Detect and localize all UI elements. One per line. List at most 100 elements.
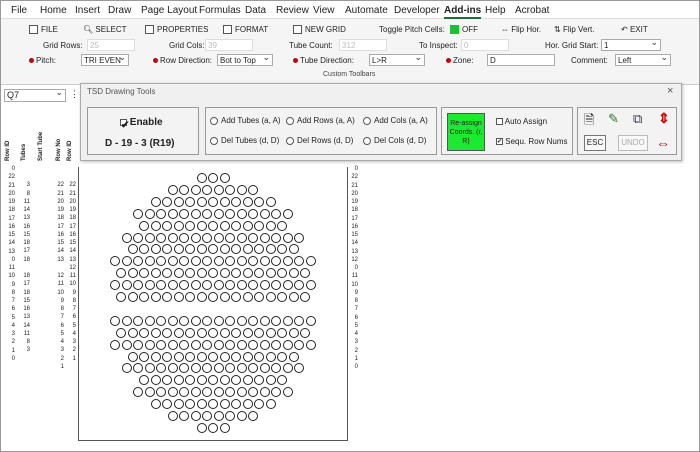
tube[interactable] [271, 232, 282, 243]
tube[interactable] [225, 232, 236, 243]
tube[interactable] [156, 315, 167, 326]
tube[interactable] [173, 268, 184, 279]
tube[interactable] [282, 208, 293, 219]
tube[interactable] [231, 268, 241, 279]
tube[interactable] [156, 339, 167, 350]
tube[interactable] [213, 256, 224, 267]
tube[interactable] [282, 363, 293, 374]
tube[interactable] [236, 184, 247, 195]
tube[interactable] [179, 363, 190, 374]
tube[interactable] [282, 387, 293, 398]
tube[interactable] [150, 327, 161, 338]
tube[interactable] [144, 232, 155, 243]
tube[interactable] [139, 244, 149, 255]
tube[interactable] [121, 232, 132, 243]
sequ-row-nums-checkbox[interactable]: ✔ Sequ. Row Nums [496, 137, 567, 146]
tube[interactable] [173, 292, 184, 302]
tube[interactable] [271, 363, 282, 374]
del-tubes-radio[interactable]: Del Tubes (d, D) [210, 136, 279, 145]
tube[interactable] [162, 292, 172, 302]
tube[interactable] [196, 220, 207, 231]
tube[interactable] [277, 327, 287, 338]
tube[interactable] [236, 208, 247, 219]
tube[interactable] [179, 315, 190, 326]
tube[interactable] [208, 399, 218, 410]
tube[interactable] [265, 399, 276, 410]
tube[interactable] [219, 399, 230, 410]
tube[interactable] [288, 327, 299, 338]
tube[interactable] [282, 232, 293, 243]
menu-review[interactable]: Review [276, 5, 309, 16]
tube[interactable] [219, 220, 230, 231]
tube[interactable] [294, 363, 305, 374]
tube[interactable] [167, 411, 178, 421]
tube[interactable] [271, 280, 282, 291]
tube[interactable] [202, 256, 213, 267]
tube[interactable] [196, 196, 207, 207]
tube[interactable] [282, 339, 293, 350]
tube[interactable] [150, 196, 161, 207]
tube[interactable] [167, 387, 178, 398]
tube[interactable] [231, 292, 241, 302]
tube[interactable] [196, 244, 207, 255]
tube[interactable] [162, 268, 172, 279]
tube[interactable] [127, 327, 138, 338]
file-button[interactable]: FILE [29, 25, 58, 35]
tube[interactable] [282, 280, 293, 291]
tube[interactable] [231, 327, 241, 338]
tube[interactable] [265, 196, 276, 207]
tube[interactable] [202, 208, 213, 219]
tube[interactable] [282, 315, 293, 326]
tube[interactable] [144, 339, 155, 350]
tube[interactable] [231, 375, 241, 386]
hor-grid-start-select[interactable]: 1 [601, 38, 661, 51]
tube[interactable] [213, 363, 224, 374]
tube[interactable] [248, 363, 259, 374]
tube[interactable] [305, 339, 316, 350]
tube[interactable] [116, 327, 126, 338]
menu-file[interactable]: File [11, 5, 27, 16]
tube[interactable] [294, 256, 305, 267]
tube[interactable] [185, 292, 195, 302]
tube[interactable] [162, 196, 172, 207]
tube[interactable] [190, 184, 201, 195]
menu-home[interactable]: Home [40, 5, 67, 16]
tube[interactable] [139, 220, 149, 231]
tube[interactable] [185, 196, 195, 207]
tube[interactable] [190, 387, 201, 398]
horizontal-arrows-icon[interactable]: ⇔ [656, 135, 670, 151]
tube[interactable] [271, 315, 282, 326]
tube[interactable] [225, 387, 236, 398]
tube[interactable] [190, 280, 201, 291]
tube[interactable] [259, 363, 270, 374]
tube[interactable] [254, 327, 264, 338]
tube[interactable] [225, 280, 236, 291]
tube[interactable] [254, 268, 264, 279]
tube[interactable] [156, 232, 167, 243]
new-grid-button[interactable]: NEW GRID [293, 25, 346, 35]
menu-page-layout[interactable]: Page Layout [141, 5, 197, 16]
tube[interactable] [127, 244, 138, 255]
tube[interactable] [282, 256, 293, 267]
tube[interactable] [248, 315, 259, 326]
tube[interactable] [300, 327, 310, 338]
menu-acrobat[interactable]: Acrobat [515, 5, 549, 16]
tube[interactable] [144, 208, 155, 219]
tube[interactable] [202, 184, 213, 195]
tube[interactable] [254, 399, 264, 410]
tube[interactable] [121, 280, 132, 291]
tube[interactable] [236, 387, 247, 398]
tube[interactable] [150, 268, 161, 279]
tube[interactable] [185, 351, 195, 362]
tube[interactable] [219, 196, 230, 207]
select-button[interactable]: 🔍︎ SELECT [83, 25, 127, 34]
tube[interactable] [288, 244, 299, 255]
tube[interactable] [139, 268, 149, 279]
tube[interactable] [277, 244, 287, 255]
tube[interactable] [259, 387, 270, 398]
tube[interactable] [265, 220, 276, 231]
tube[interactable] [248, 208, 259, 219]
tube[interactable] [208, 268, 218, 279]
tube[interactable] [173, 220, 184, 231]
tube[interactable] [196, 351, 207, 362]
